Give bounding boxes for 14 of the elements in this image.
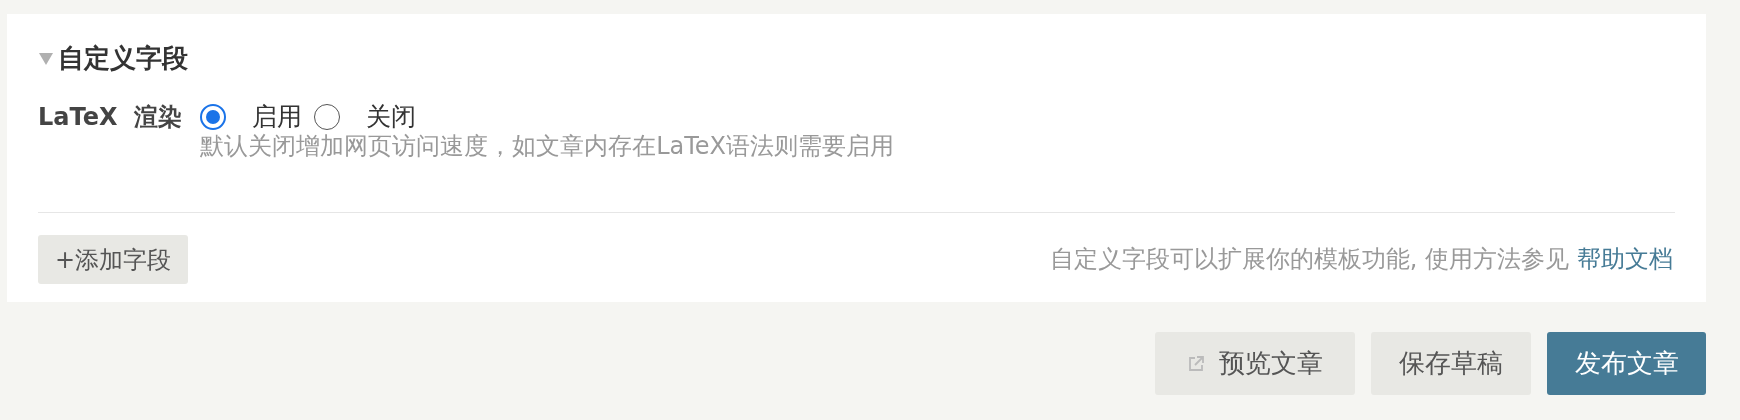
- save-draft-button[interactable]: 保存草稿: [1371, 332, 1531, 395]
- preview-button[interactable]: 预览文章: [1155, 332, 1355, 395]
- external-link-icon: [1187, 354, 1205, 373]
- publish-button[interactable]: 发布文章: [1547, 332, 1706, 395]
- collapse-toggle-icon[interactable]: [38, 50, 54, 66]
- radio-label[interactable]: 关闭: [366, 102, 417, 132]
- field-label: LaTeX 渲染: [38, 102, 183, 132]
- help-link[interactable]: 帮助文档: [1577, 240, 1673, 277]
- section-title: 自定义字段: [58, 41, 188, 75]
- radio-button[interactable]: [200, 104, 227, 130]
- help-text: 自定义字段可以扩展你的模板功能, 使用方法参见: [1049, 243, 1569, 275]
- radio-label[interactable]: 启用: [252, 102, 303, 132]
- add-field-button[interactable]: +添加字段: [38, 235, 189, 284]
- hint-text: 默认关闭增加网页访问速度，如文章内存在LaTeX语法则需要启用: [200, 132, 895, 160]
